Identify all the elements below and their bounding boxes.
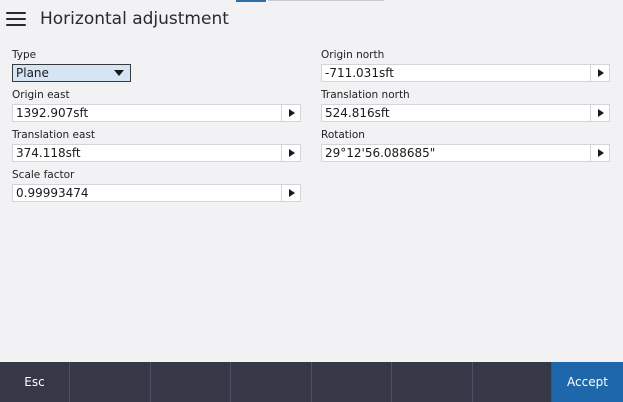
scale-factor-arrow-icon[interactable]	[281, 185, 300, 201]
softkey-empty-6[interactable]	[473, 362, 552, 402]
origin-east-input[interactable]: 1392.907sft	[12, 104, 301, 122]
type-field: Type Plane	[12, 49, 131, 82]
type-select-value: Plane	[16, 66, 49, 80]
rotation-input[interactable]: 29°12'56.088685"	[321, 144, 610, 162]
translation-east-value: 374.118sft	[16, 146, 81, 160]
scale-factor-field: Scale factor 0.99993474	[12, 169, 301, 202]
translation-north-label: Translation north	[321, 89, 410, 101]
scale-factor-value: 0.99993474	[16, 186, 89, 200]
softkey-empty-2[interactable]	[151, 362, 231, 402]
origin-north-label: Origin north	[321, 49, 385, 61]
translation-north-value: 524.816sft	[325, 106, 390, 120]
hamburger-menu-icon[interactable]	[6, 12, 26, 28]
origin-east-field: Origin east 1392.907sft	[12, 89, 301, 122]
origin-north-input[interactable]: -711.031sft	[321, 64, 610, 82]
origin-north-arrow-icon[interactable]	[590, 65, 609, 81]
page-title: Horizontal adjustment	[40, 9, 229, 29]
origin-east-arrow-icon[interactable]	[281, 105, 300, 121]
softkey-empty-1[interactable]	[70, 362, 151, 402]
header: Horizontal adjustment	[0, 0, 623, 40]
type-label: Type	[12, 49, 37, 61]
origin-north-field: Origin north -711.031sft	[321, 49, 610, 82]
translation-north-input[interactable]: 524.816sft	[321, 104, 610, 122]
softkey-empty-5[interactable]	[392, 362, 473, 402]
chevron-down-icon	[114, 70, 124, 76]
translation-east-input[interactable]: 374.118sft	[12, 144, 301, 162]
origin-east-label: Origin east	[12, 89, 70, 101]
rotation-field: Rotation 29°12'56.088685"	[321, 129, 610, 162]
rotation-label: Rotation	[321, 129, 365, 141]
softkey-bar: Esc Accept	[0, 362, 623, 402]
translation-north-arrow-icon[interactable]	[590, 105, 609, 121]
esc-button[interactable]: Esc	[0, 362, 70, 402]
softkey-empty-4[interactable]	[312, 362, 392, 402]
origin-east-value: 1392.907sft	[16, 106, 89, 120]
scale-factor-label: Scale factor	[12, 169, 75, 181]
translation-east-field: Translation east 374.118sft	[12, 129, 301, 162]
translation-east-arrow-icon[interactable]	[281, 145, 300, 161]
rotation-arrow-icon[interactable]	[590, 145, 609, 161]
origin-north-value: -711.031sft	[325, 66, 394, 80]
type-select[interactable]: Plane	[12, 64, 131, 82]
scale-factor-input[interactable]: 0.99993474	[12, 184, 301, 202]
translation-north-field: Translation north 524.816sft	[321, 89, 610, 122]
rotation-value: 29°12'56.088685"	[325, 146, 436, 160]
translation-east-label: Translation east	[12, 129, 96, 141]
softkey-empty-3[interactable]	[231, 362, 312, 402]
accept-button[interactable]: Accept	[552, 362, 623, 402]
